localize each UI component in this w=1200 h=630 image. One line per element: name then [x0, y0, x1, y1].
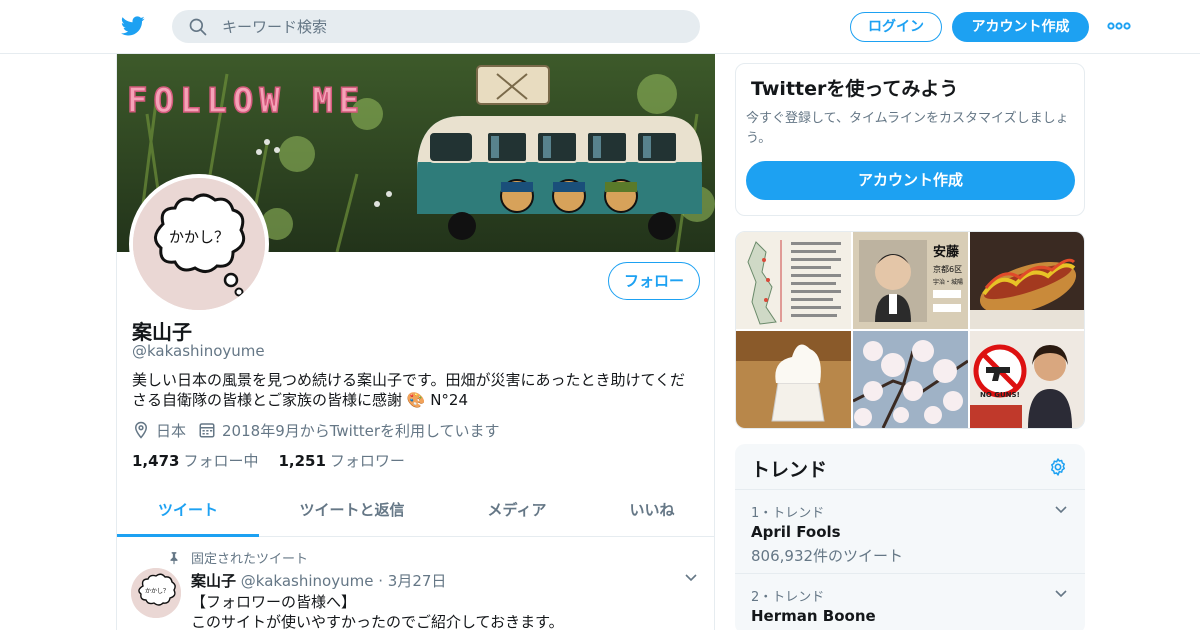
profile-avatar[interactable]: かかし？ [129, 174, 269, 314]
more-dots-icon[interactable] [1106, 16, 1132, 36]
no-guns-text: NO GUNS! [980, 391, 1020, 399]
trend-meta: 1・トレンド [751, 506, 825, 521]
media-tile-no-guns[interactable]: NO GUNS! [970, 331, 1084, 428]
trend-name: Herman Boone [751, 607, 876, 625]
following-stat[interactable]: 1,473 フォロー中 [132, 450, 258, 471]
trends-panel: トレンド 1・トレンド April Fools 806,932件のツイート 2・… [735, 444, 1085, 630]
tab-tweets[interactable]: ツイート [117, 490, 259, 537]
pinned-tweet[interactable]: 固定されたツイート かかし？ 案山子 @kakashinoyume · 3月27… [117, 538, 715, 630]
pin-icon [170, 551, 178, 564]
tab-likes[interactable]: いいね [607, 490, 697, 537]
location-text: 日本 [156, 421, 187, 440]
thought-bubble-icon: かかし？ [133, 178, 265, 310]
poster-line-text: 宇治・城陽 [933, 278, 963, 286]
trend-name: April Fools [751, 523, 841, 541]
chevron-down-icon[interactable] [1053, 502, 1069, 518]
search-box[interactable] [172, 10, 700, 43]
signup-card-button[interactable]: アカウント作成 [746, 161, 1075, 200]
profile-handle: @kakashinoyume [132, 342, 265, 360]
tweet-separator: · [378, 572, 383, 590]
search-input[interactable] [222, 10, 682, 43]
gear-icon[interactable] [1048, 457, 1068, 477]
tweet-header: 案山子 @kakashinoyume · 3月27日 [191, 570, 446, 591]
signup-card-title: Twitterを使ってみよう [751, 78, 959, 100]
tweet-author-name[interactable]: 案山子 [191, 572, 236, 590]
tweet-author-handle[interactable]: @kakashinoyume [241, 572, 374, 590]
media-tile-map[interactable] [736, 232, 851, 329]
poster-sub-text: 京都6区 [933, 264, 962, 274]
joined-text: 2018年9月からTwitterを利用しています [222, 421, 500, 440]
following-label: フォロー中 [183, 452, 259, 470]
chevron-down-icon[interactable] [683, 570, 699, 586]
profile-meta: 日本 2018年9月からTwitterを利用しています [132, 420, 512, 440]
location-pin-icon [134, 421, 148, 439]
followers-count: 1,251 [278, 452, 326, 470]
media-tile-softserve[interactable] [736, 331, 851, 428]
pinned-label-row: 固定されたツイート [167, 548, 308, 567]
profile-bio: 美しい日本の風景を見つめ続ける案山子です。田畑が災害にあったとき助けてくださる自… [132, 371, 686, 409]
trend-item[interactable]: 1・トレンド April Fools 806,932件のツイート [735, 489, 1085, 573]
trend-item[interactable]: 2・トレンド Herman Boone [735, 573, 1085, 630]
location-item: 日本 [132, 420, 186, 441]
signup-button[interactable]: アカウント作成 [952, 12, 1089, 42]
follow-button[interactable]: フォロー [608, 262, 700, 300]
following-count: 1,473 [132, 452, 180, 470]
twitter-bird-icon[interactable] [120, 14, 146, 38]
joined-item: 2018年9月からTwitterを利用しています [198, 420, 500, 441]
poster-name-text: 安藤 [933, 244, 960, 260]
profile-column: FOLLOW ME かかし？ フォロー 案山子 @kakashinoyume 美… [116, 54, 715, 630]
media-tile-hotdog[interactable] [970, 232, 1084, 329]
tab-media[interactable]: メディア [467, 490, 567, 537]
chevron-down-icon[interactable] [1053, 586, 1069, 602]
tab-tweets-and-replies[interactable]: ツイートと返信 [277, 490, 427, 537]
profile-name: 案山子 [132, 320, 192, 344]
media-tile-blossoms[interactable] [853, 331, 968, 428]
tweet-avatar-text: かかし？ [145, 588, 169, 595]
signup-card: Twitterを使ってみよう 今すぐ登録して、タイムラインをカスタマイズしましょ… [735, 63, 1085, 216]
trend-meta: 2・トレンド [751, 590, 825, 605]
tweet-date[interactable]: 3月27日 [388, 572, 447, 590]
thought-bubble-icon: かかし？ [131, 568, 181, 618]
calendar-icon [199, 423, 215, 438]
tweet-line: このサイトが使いやすかったのでご紹介しておきます。 [191, 613, 564, 630]
tweet-body: 【フォロワーの皆様へ】 このサイトが使いやすかったのでご紹介しておきます。 [191, 592, 564, 630]
pinned-label: 固定されたツイート [191, 552, 309, 567]
signup-card-text: 今すぐ登録して、タイムラインをカスタマイズしましょう。 [746, 111, 1069, 146]
profile-stats: 1,473 フォロー中 1,251 フォロワー [132, 450, 425, 471]
search-icon [189, 18, 207, 36]
top-navbar: ログイン アカウント作成 [0, 0, 1200, 54]
tweet-line: 【フォロワーの皆様へ】 [191, 593, 357, 611]
media-tile-poster[interactable]: 安藤 京都6区 宇治・城陽 [853, 232, 968, 329]
followers-label: フォロワー [329, 452, 405, 470]
avatar-text: かかし？ [169, 228, 229, 246]
profile-tabs: ツイート ツイートと返信 メディア いいね [117, 490, 715, 537]
trend-count: 806,932件のツイート [751, 547, 904, 565]
banner-follow-text: FOLLOW ME [127, 81, 365, 121]
login-button[interactable]: ログイン [850, 12, 942, 42]
media-grid: 安藤 京都6区 宇治・城陽 NO GUNS! [735, 231, 1085, 429]
trends-title: トレンド [751, 459, 828, 481]
followers-stat[interactable]: 1,251 フォロワー [278, 450, 404, 471]
tweet-avatar[interactable]: かかし？ [131, 568, 181, 618]
